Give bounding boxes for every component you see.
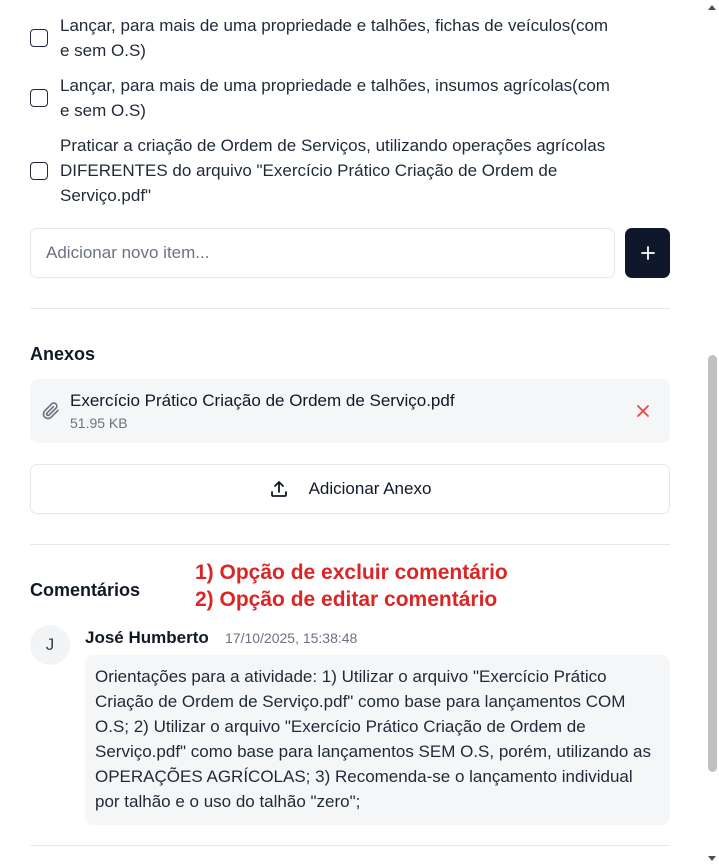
checklist-item[interactable]: Lançar, para mais de uma propriedade e t… <box>30 13 670 63</box>
add-attachment-label: Adicionar Anexo <box>308 479 432 498</box>
plus-icon <box>640 246 655 260</box>
checklist-item-label: Lançar, para mais de uma propriedade e t… <box>60 76 610 120</box>
comment-text: Orientações para a atividade: 1) Utiliza… <box>95 667 651 811</box>
avatar: J <box>30 625 70 665</box>
scroll-down-icon[interactable] <box>708 856 716 862</box>
attachment-size: 51.95 KB <box>70 415 128 431</box>
checklist-item[interactable]: Praticar a criação de Ordem de Serviços,… <box>30 133 670 208</box>
annotation-delete-comment: 1) Opção de excluir comentário <box>195 561 508 584</box>
section-divider <box>30 845 670 846</box>
checklist-item-label: Praticar a criação de Ordem de Serviços,… <box>60 136 606 205</box>
scrollbar[interactable] <box>705 0 719 868</box>
checklist-checkbox[interactable] <box>30 89 48 107</box>
scroll-up-icon[interactable] <box>708 4 716 10</box>
comments-title: Comentários <box>30 580 141 600</box>
checklist-item[interactable]: Lançar, para mais de uma propriedade e t… <box>30 73 670 123</box>
new-item-input[interactable] <box>30 228 615 278</box>
checklist-checkbox[interactable] <box>30 161 48 180</box>
close-icon[interactable] <box>636 404 650 418</box>
add-attachment-button[interactable]: Adicionar Anexo <box>30 464 670 514</box>
attachments-title: Anexos <box>30 344 96 364</box>
task-detail-panel: Lançar, para mais de uma propriedade e t… <box>0 0 719 868</box>
checklist-checkbox[interactable] <box>30 29 48 47</box>
annotation-edit-comment: 2) Opção de editar comentário <box>195 588 498 611</box>
comment-timestamp: 17/10/2025, 15:38:48 <box>225 630 358 646</box>
attachment-item[interactable]: Exercício Prático Criação de Ordem de Se… <box>30 379 670 443</box>
attachment-name[interactable]: Exercício Prático Criação de Ordem de Se… <box>70 391 455 411</box>
section-divider <box>30 544 670 545</box>
add-item-button[interactable] <box>625 228 670 278</box>
scrollbar-thumb[interactable] <box>708 355 717 772</box>
section-divider <box>30 308 670 309</box>
upload-icon <box>270 481 287 497</box>
comment-bubble: Orientações para a atividade: 1) Utiliza… <box>85 655 670 825</box>
checklist-item-label: Lançar, para mais de uma propriedade e t… <box>60 16 609 60</box>
paperclip-icon <box>42 402 59 420</box>
comment-author: José Humberto <box>85 628 209 647</box>
